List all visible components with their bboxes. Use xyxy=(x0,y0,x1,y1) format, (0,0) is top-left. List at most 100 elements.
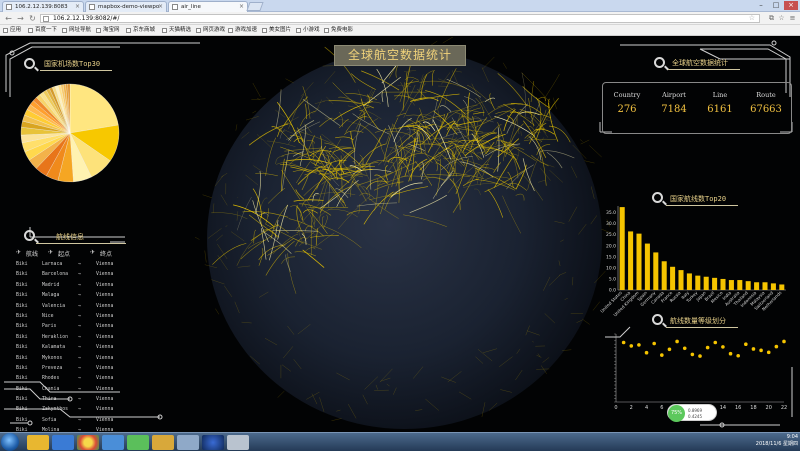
scatter-point[interactable] xyxy=(713,340,718,345)
scatter-point[interactable] xyxy=(774,344,779,349)
scatter-point[interactable] xyxy=(759,348,763,353)
scatter-point[interactable] xyxy=(675,339,679,344)
airport-pie-chart[interactable] xyxy=(20,83,120,183)
media-icon[interactable] xyxy=(102,435,124,450)
table-row[interactable]: Biki Barcelona → Vienna xyxy=(16,271,126,281)
scatter-point[interactable] xyxy=(637,343,641,347)
address-input[interactable]: 106.2.12.139:8082/#/ ☆ xyxy=(40,14,760,23)
bar[interactable] xyxy=(628,231,634,290)
bar[interactable] xyxy=(754,282,760,290)
bar[interactable] xyxy=(712,277,718,290)
bookmark-item[interactable]: 小游戏 xyxy=(296,26,320,35)
routes-bar-chart[interactable]: 0.05.010.015.020.025.030.035.0United Sta… xyxy=(598,202,788,322)
bookmark-item[interactable]: 网页游戏 xyxy=(196,26,225,35)
bookmark-item[interactable]: 百度一下 xyxy=(28,26,57,35)
table-row[interactable]: Biki Chania → Vienna xyxy=(16,386,126,396)
table-row[interactable]: Biki Thira → Vienna xyxy=(16,396,126,406)
bar[interactable] xyxy=(770,283,776,290)
table-row[interactable]: Biki Kalamata → Vienna xyxy=(16,344,126,354)
close-icon[interactable]: × xyxy=(239,2,244,12)
scatter-point[interactable] xyxy=(652,341,656,346)
scatter-point[interactable] xyxy=(644,350,649,355)
tab-2[interactable]: mapbox-demo-viewpo × xyxy=(85,1,167,12)
scatter-point[interactable] xyxy=(736,353,740,358)
bookmark-item[interactable]: 网址导航 xyxy=(62,26,91,35)
table-row[interactable]: Biki Larnaca → Vienna xyxy=(16,261,126,271)
bar[interactable] xyxy=(720,278,726,290)
bar[interactable] xyxy=(695,275,701,290)
chrome-icon[interactable] xyxy=(77,435,99,450)
bookmark-item[interactable]: 游戏加速 xyxy=(228,26,257,35)
forward-icon[interactable]: → xyxy=(15,13,26,24)
star-icon[interactable]: ☆ xyxy=(749,14,755,22)
app-icon[interactable] xyxy=(127,435,149,450)
bookmark-item[interactable]: 淘宝网 xyxy=(96,26,120,35)
bookmark-item[interactable]: 京东商城 xyxy=(126,26,155,35)
bar[interactable] xyxy=(728,280,734,290)
table-row[interactable]: Biki Mykonos → Vienna xyxy=(16,355,126,365)
scatter-point[interactable] xyxy=(705,345,710,350)
bar[interactable] xyxy=(737,280,743,290)
table-row[interactable]: Biki Heraklion → Vienna xyxy=(16,334,126,344)
bar[interactable] xyxy=(678,270,684,290)
scatter-point[interactable] xyxy=(744,342,748,346)
bar[interactable] xyxy=(653,252,659,290)
scatter-point[interactable] xyxy=(728,351,733,356)
bar[interactable] xyxy=(762,282,768,290)
table-row[interactable]: Biki Preveza → Vienna xyxy=(16,365,126,375)
explorer-icon[interactable] xyxy=(52,435,74,450)
scatter-point[interactable] xyxy=(698,354,702,358)
extension-icon[interactable]: ☆ xyxy=(776,13,787,24)
paint-icon[interactable] xyxy=(227,435,249,450)
maximize-icon[interactable]: □ xyxy=(769,1,783,10)
folder-icon[interactable] xyxy=(152,435,174,450)
close-icon[interactable]: × xyxy=(158,2,163,12)
scatter-point[interactable] xyxy=(782,339,786,344)
bookmark-item[interactable]: 美女图片 xyxy=(262,26,291,35)
bar[interactable] xyxy=(619,207,625,290)
table-row[interactable]: Biki Rhodes → Vienna xyxy=(16,375,126,385)
bar[interactable] xyxy=(779,284,785,290)
scatter-point[interactable] xyxy=(690,352,695,357)
back-icon[interactable]: ← xyxy=(3,13,14,24)
reload-icon[interactable]: ↻ xyxy=(27,13,38,24)
scatter-point[interactable] xyxy=(660,353,664,357)
bar[interactable] xyxy=(703,276,709,290)
minimize-icon[interactable]: – xyxy=(754,1,768,10)
bar[interactable] xyxy=(745,281,751,290)
table-row[interactable]: Biki Paris → Vienna xyxy=(16,323,126,333)
close-icon[interactable]: × xyxy=(75,2,80,12)
bar[interactable] xyxy=(670,266,676,290)
bar[interactable] xyxy=(686,273,692,290)
scatter-point[interactable] xyxy=(629,344,634,348)
tab-3[interactable]: air_line × xyxy=(168,1,248,12)
bookmark-apps[interactable]: 应用 xyxy=(3,26,21,35)
menu-icon[interactable]: ≡ xyxy=(787,13,798,24)
bar[interactable] xyxy=(661,261,667,290)
bookmark-item[interactable]: 天猫精选 xyxy=(162,26,191,35)
table-row[interactable]: Biki Malaga → Vienna xyxy=(16,292,126,302)
app-icon[interactable] xyxy=(177,435,199,450)
new-tab-button[interactable] xyxy=(246,2,264,11)
pie-slice[interactable] xyxy=(69,83,119,134)
scatter-point[interactable] xyxy=(766,350,771,355)
table-row[interactable]: Biki Sofia → Vienna xyxy=(16,417,126,427)
table-row[interactable]: Biki Valencia → Vienna xyxy=(16,303,126,313)
scatter-point[interactable] xyxy=(721,345,725,349)
legend-widget[interactable]: 75% 0.8969 0.4245 xyxy=(667,404,717,422)
start-button[interactable] xyxy=(1,433,19,451)
bar[interactable] xyxy=(644,243,650,290)
scatter-point[interactable] xyxy=(667,347,672,352)
tab-1[interactable]: 106.2.12.139:8083 × xyxy=(2,1,84,12)
route-level-scatter[interactable]: 0246810121416182022 xyxy=(598,330,790,415)
scatter-point[interactable] xyxy=(621,340,626,345)
bar[interactable] xyxy=(636,233,642,290)
table-row[interactable]: Biki Nice → Vienna xyxy=(16,313,126,323)
table-row[interactable]: Biki Zakynthos → Vienna xyxy=(16,406,126,416)
close-window-icon[interactable]: × xyxy=(784,1,798,10)
globe-app-icon[interactable] xyxy=(202,435,224,450)
scatter-point[interactable] xyxy=(682,346,687,351)
bookmark-item[interactable]: 免费电影 xyxy=(324,26,353,35)
ie-icon[interactable] xyxy=(27,435,49,450)
table-row[interactable]: Biki Madrid → Vienna xyxy=(16,282,126,292)
